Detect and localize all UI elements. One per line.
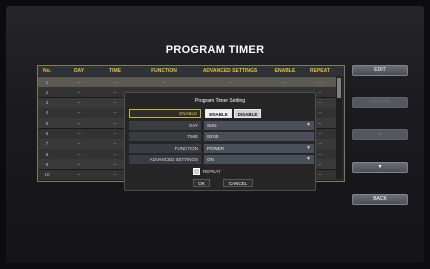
cancel-button[interactable]: CANCEL (223, 179, 253, 187)
cell-day: -- (77, 131, 81, 136)
time-value: 00:00 (207, 134, 219, 139)
cell-adv: -- (228, 79, 232, 85)
disable-option-button[interactable]: DISABLE (234, 109, 261, 118)
cell-day: -- (77, 110, 81, 116)
function-select[interactable]: POWER ▼ (204, 144, 314, 153)
cell-no: 3 (45, 100, 49, 106)
cell-no: 9 (45, 161, 49, 167)
time-label: TIME (129, 132, 201, 141)
cell-day: -- (77, 100, 81, 106)
advanced-settings-row: ADVANCED SETTINGS ON ▼ (129, 155, 314, 164)
cell-no: 6 (45, 131, 49, 136)
day-row: DAY SUN ▼ (129, 121, 314, 130)
enable-label: ENABLE (129, 109, 201, 118)
repeat-label: REPEAT (203, 169, 221, 174)
ok-button[interactable]: OK (193, 179, 210, 187)
cell-no: 10 (44, 172, 50, 178)
advanced-settings-label: ADVANCED SETTINGS (129, 155, 201, 164)
day-select[interactable]: SUN ▼ (204, 121, 314, 130)
header-day: DAY (73, 68, 85, 74)
header-no: No. (42, 68, 52, 74)
function-value: POWER (207, 146, 225, 151)
table-header: No. DAY TIME FUNCTION ADVANCED SETTINGS … (38, 66, 344, 76)
edit-button[interactable]: EDIT (352, 65, 408, 76)
dialog-title: Program Timer Setting (194, 98, 246, 104)
cell-no: 8 (45, 151, 49, 157)
header-time: TIME (109, 68, 121, 74)
cell-day: -- (77, 79, 81, 85)
chevron-down-icon: ▼ (306, 156, 311, 162)
back-button[interactable]: BACK (352, 194, 408, 205)
cell-no: 4 (45, 110, 49, 116)
cell-no: 7 (45, 141, 49, 147)
cell-day: -- (77, 141, 81, 147)
repeat-checkbox[interactable] (193, 168, 200, 175)
scrollbar-thumb[interactable] (337, 78, 341, 98)
advanced-settings-value: ON (207, 157, 214, 162)
advanced-settings-select[interactable]: ON ▼ (204, 155, 314, 164)
cell-day: -- (77, 172, 81, 178)
cell-day: -- (77, 89, 81, 95)
cell-day: -- (77, 161, 81, 167)
delete-button[interactable]: DELETE (352, 97, 408, 108)
cell-function: -- (162, 79, 166, 85)
time-field[interactable]: 00:00 (204, 132, 314, 141)
enable-option-button[interactable]: ENABLE (205, 109, 232, 118)
cell-repeat: -- (318, 79, 322, 85)
move-down-button[interactable]: ▼ (352, 162, 408, 173)
function-label: FUNCTION (129, 144, 201, 153)
page-title: PROGRAM TIMER (165, 44, 265, 56)
header-advanced-settings: ADVANCED SETTINGS (202, 68, 258, 74)
header-enable: ENABLE (274, 68, 296, 74)
chevron-down-icon: ▼ (306, 122, 311, 128)
enable-row: ENABLE ENABLE DISABLE (129, 109, 311, 118)
cell-no: 5 (45, 120, 49, 126)
time-row: TIME 00:00 (129, 132, 314, 141)
cell-enable: -- (283, 79, 287, 85)
cell-no: 2 (45, 89, 49, 95)
program-timer-setting-dialog: Program Timer Setting ENABLE ENABLE DISA… (124, 92, 316, 191)
cell-no: 1 (45, 79, 49, 85)
header-function: FUNCTION (151, 68, 177, 74)
cell-day: -- (77, 120, 81, 126)
cell-day: -- (77, 151, 81, 157)
day-label: DAY (129, 121, 201, 130)
chevron-down-icon: ▼ (306, 145, 311, 151)
day-value: SUN (207, 123, 217, 128)
move-up-button[interactable]: ▲ (352, 129, 408, 140)
function-row: FUNCTION POWER ▼ (129, 144, 314, 153)
table-scrollbar[interactable] (336, 77, 342, 179)
header-repeat: REPEAT (310, 68, 330, 74)
cell-time: -- (113, 79, 117, 85)
